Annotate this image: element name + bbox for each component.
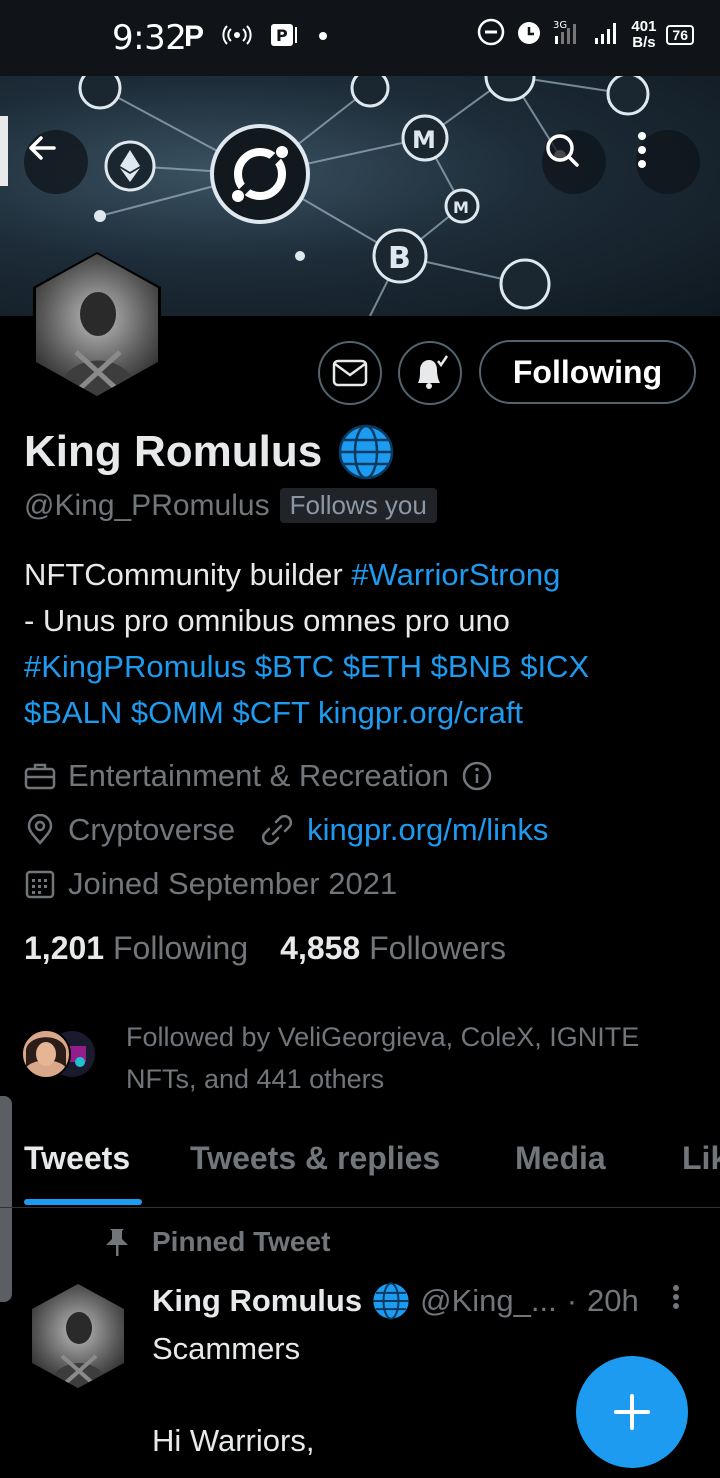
parking-app-icon: P — [270, 23, 300, 52]
globe-icon — [373, 1282, 409, 1320]
following-count-link[interactable]: 1,201 Following — [24, 930, 248, 967]
pinned-tweet-label: Pinned Tweet — [152, 1226, 331, 1257]
carrier-badge: P — [184, 20, 205, 53]
location-pin-icon — [27, 814, 53, 845]
calendar-icon — [25, 870, 55, 899]
profile-handle: @King_PRomulus — [24, 488, 270, 522]
more-options-button[interactable] — [636, 130, 700, 194]
following-label: Following — [112, 930, 249, 966]
tab-tweets[interactable]: Tweets — [24, 1140, 130, 1177]
profile-tabs: Tweets Tweets & replies Media Lik — [0, 1112, 720, 1208]
message-button[interactable] — [318, 341, 382, 405]
category-row: Entertainment & Recreation — [24, 758, 493, 794]
tweet-header: King Romulus @King_... · 20h — [152, 1282, 639, 1320]
alarm-icon — [515, 18, 543, 51]
hotspot-icon — [222, 24, 252, 50]
envelope-icon — [332, 359, 368, 387]
bio-links[interactable]: #KingPRomulus $BTC $ETH $BNB $ICX — [24, 644, 704, 690]
network-speed-unit: B/s — [632, 33, 656, 51]
link-icon — [262, 814, 293, 846]
tweet-separator: · — [566, 1283, 578, 1318]
signal-4g-icon: 3G — [553, 18, 583, 51]
dot-icon — [318, 28, 328, 46]
notifications-button[interactable] — [398, 341, 462, 405]
follow-counts: 1,201 Following 4,858 Followers — [24, 930, 506, 967]
tweet-author-name[interactable]: King Romulus — [152, 1283, 362, 1319]
status-time: 9:32 — [112, 18, 187, 58]
signal-bars-icon — [593, 18, 621, 51]
bio-links[interactable]: $BALN $OMM $CFT kingpr.org/craft — [24, 690, 704, 736]
followers-count-link[interactable]: 4,858 Followers — [280, 930, 506, 967]
more-vertical-icon — [673, 1285, 679, 1309]
battery-indicator: 76 — [666, 24, 694, 45]
network-speed: 401 B/s — [631, 17, 657, 51]
category-label: Entertainment & Recreation — [68, 758, 449, 793]
svg-text:P: P — [276, 26, 288, 45]
compose-tweet-button[interactable] — [576, 1356, 688, 1468]
svg-text:3G: 3G — [553, 20, 567, 31]
tweet-author-handle: @King_... — [420, 1283, 557, 1318]
hashtag-link[interactable]: #WarriorStrong — [351, 557, 560, 592]
status-bar: 9:32 P P 3G 401 B/s 76 — [0, 0, 720, 76]
tweet-more-button[interactable] — [670, 1284, 682, 1319]
pin-icon — [106, 1229, 128, 1256]
following-count: 1,201 — [24, 930, 105, 966]
following-button[interactable]: Following — [479, 340, 696, 404]
bio-text: NFTCommunity builder — [24, 557, 352, 592]
profile-name-row: King Romulus — [24, 424, 394, 480]
search-icon — [546, 134, 579, 167]
arrow-left-icon — [29, 136, 56, 160]
location-website-row: Cryptoverse kingpr.org/m/links — [24, 812, 548, 848]
followers-label: Followers — [369, 930, 507, 966]
back-button[interactable] — [24, 130, 88, 194]
profile-avatar[interactable] — [24, 252, 170, 398]
svg-text:M: M — [412, 126, 436, 154]
pinned-tweet-label-row: Pinned Tweet — [104, 1226, 330, 1258]
follows-you-badge: Follows you — [279, 488, 437, 523]
profile-name: King Romulus — [24, 427, 323, 476]
globe-icon — [338, 424, 394, 480]
plus-icon — [614, 1394, 650, 1430]
tweet-time: 20h — [587, 1283, 639, 1318]
profile-bio: NFTCommunity builder #WarriorStrong - Un… — [24, 552, 704, 736]
tab-likes[interactable]: Lik — [682, 1140, 720, 1177]
svg-text:B: B — [388, 241, 411, 276]
network-speed-value: 401 — [631, 17, 657, 35]
search-button[interactable] — [542, 130, 606, 194]
tweet-author-avatar[interactable] — [24, 1282, 132, 1390]
avatar-image — [32, 1284, 124, 1388]
followed-by-text: Followed by VeliGeorgieva, ColeX, IGNITE… — [126, 1022, 640, 1094]
followed-by-row[interactable]: Followed by VeliGeorgieva, ColeX, IGNITE… — [20, 1016, 696, 1100]
more-vertical-icon — [638, 132, 646, 168]
bell-check-icon — [418, 355, 449, 389]
tab-tweets-replies[interactable]: Tweets & replies — [190, 1140, 440, 1177]
followed-by-avatars — [20, 1028, 100, 1080]
joined-row: Joined September 2021 — [24, 866, 397, 902]
website-link[interactable]: kingpr.org/m/links — [307, 812, 548, 848]
location-label: Cryptoverse — [68, 812, 236, 847]
joined-label: Joined September 2021 — [68, 866, 398, 901]
bio-text: - Unus pro omnibus omnes pro uno — [24, 603, 510, 638]
info-icon[interactable] — [461, 760, 493, 792]
avatar-image — [33, 252, 161, 398]
tab-media[interactable]: Media — [515, 1140, 606, 1177]
briefcase-icon — [24, 763, 56, 790]
svg-text:M: M — [453, 198, 469, 217]
followers-count: 4,858 — [280, 930, 361, 966]
handle-row: @King_PRomulus Follows you — [24, 488, 437, 523]
do-not-disturb-icon — [477, 18, 505, 51]
active-tab-indicator — [24, 1199, 142, 1205]
